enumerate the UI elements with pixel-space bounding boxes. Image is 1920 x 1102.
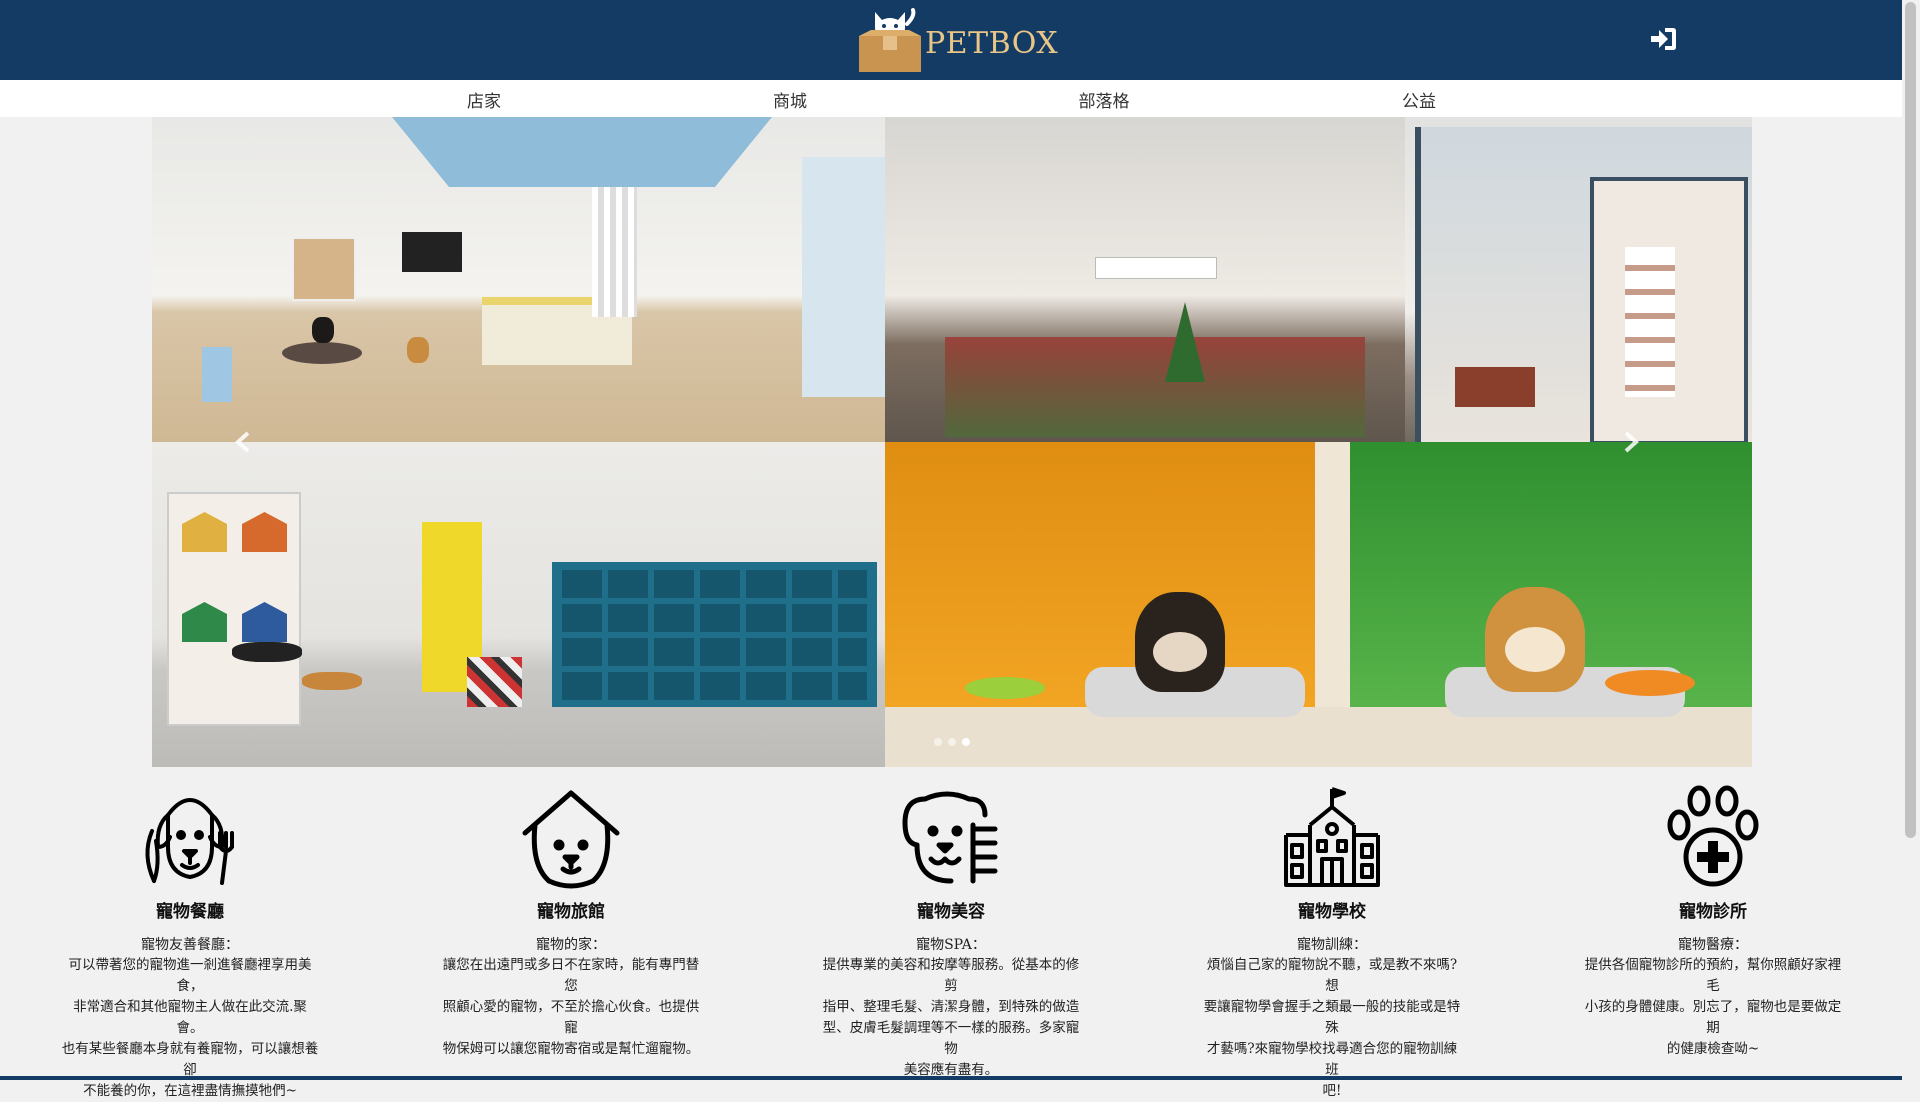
carousel-photo-lobby (152, 117, 885, 442)
description-line: 小孩的身體健康。別忘了，寵物也是要做定期 (1584, 999, 1842, 1036)
service-description: 提供專業的美容和按摩等服務。從基本的修剪 指甲、整理毛髮、清潔身體，到特殊的做造… (801, 955, 1101, 1081)
description-line: 才藝嗎?來寵物學校找尋適合您的寵物訓練班 (1206, 1041, 1458, 1078)
description-line: 物保姆可以讓您寵物寄宿或是幫忙遛寵物。 (442, 1041, 700, 1057)
carousel-photo-shibas (885, 442, 1752, 767)
service-subtitle: 寵物醫療： (1678, 937, 1748, 953)
dog-grooming-icon (902, 791, 998, 884)
nav-item-stores[interactable]: 店家 (467, 87, 501, 112)
service-school[interactable]: 寵物學校 寵物訓練： 煩惱自己家的寵物說不聽，或是教不來嗎?想 要讓寵物學會握手… (1182, 785, 1482, 1102)
scrollbar-thumb[interactable] (1905, 2, 1916, 838)
paw-plus-icon (1667, 785, 1759, 887)
description-line: 提供各個寵物診所的預約，幫你照顧好家裡毛 (1584, 957, 1842, 994)
description-line: 的健康檢查呦~ (1666, 1041, 1760, 1057)
description-line: 型、皮膚毛髮調理等不一樣的服務。多家寵物 (822, 1020, 1080, 1057)
description-line: 照顧心愛的寵物，不至於擔心伙食。也提供寵 (442, 999, 700, 1036)
description-line: 讓您在出遠門或多日不在家時，能有專門替您 (442, 957, 700, 994)
carousel-indicators (934, 731, 976, 750)
top-header: PETBOX (0, 0, 1902, 80)
service-subtitle: 寵物SPA： (916, 937, 986, 953)
service-restaurant[interactable]: 寵物餐廳 寵物友善餐廳： 可以帶著您的寵物進一剎進餐廳裡享用美食， 非常適合和其… (40, 785, 340, 1102)
carousel-dot-2[interactable] (948, 738, 956, 746)
carousel-dot-1[interactable] (934, 738, 942, 746)
nav-item-shop[interactable]: 商城 (773, 87, 807, 112)
brand-name: PETBOX (925, 26, 1059, 61)
service-clinic[interactable]: 寵物診所 寵物醫療： 提供各個寵物診所的預約，幫你照顧好家裡毛 小孩的身體健康。… (1563, 785, 1863, 1060)
service-subtitle: 寵物友善餐廳： (141, 937, 239, 953)
dog-fork-knife-icon (145, 798, 234, 885)
nav-item-charity[interactable]: 公益 (1402, 87, 1436, 112)
description-line: 也有某些餐廳本身就有養寵物，可以讓想養卻 (61, 1041, 319, 1078)
description-line: 提供專業的美容和按摩等服務。從基本的修剪 (822, 957, 1080, 994)
description-line: 可以帶著您的寵物進一剎進餐廳裡享用美食， (68, 957, 312, 994)
carousel-photo-storefront (885, 117, 1752, 442)
main-nav: 店家 商城 部落格 公益 (0, 80, 1902, 117)
carousel-photo-kennels (152, 442, 885, 767)
site-logo[interactable]: PETBOX (855, 6, 1059, 72)
service-hotel[interactable]: 寵物旅館 寵物的家： 讓您在出遠門或多日不在家時，能有專門替您 照顧心愛的寵物，… (421, 785, 721, 1060)
description-line: 指甲、整理毛髮、清潔身體，到特殊的做造 (822, 999, 1080, 1015)
description-line: 非常適合和其他寵物主人做在此交流.聚會。 (73, 999, 307, 1036)
service-title: 寵物診所 (1679, 902, 1747, 922)
school-building-icon (1284, 787, 1380, 887)
service-description: 讓您在出遠門或多日不在家時，能有專門替您 照顧心愛的寵物，不至於擔心伙食。也提供… (421, 955, 721, 1060)
service-subtitle: 寵物的家： (536, 937, 606, 953)
service-title: 寵物學校 (1298, 902, 1366, 922)
description-line: 煩惱自己家的寵物說不聽，或是教不來嗎?想 (1206, 957, 1458, 994)
carousel-prev-icon[interactable] (222, 417, 262, 467)
service-title: 寵物旅館 (537, 902, 605, 922)
service-subtitle: 寵物訓練： (1297, 937, 1367, 953)
footer-edge (0, 1076, 1902, 1080)
dog-house-icon (522, 790, 620, 889)
nav-item-blog[interactable]: 部落格 (1079, 87, 1130, 112)
service-description: 提供各個寵物診所的預約，幫你照顧好家裡毛 小孩的身體健康。別忘了，寵物也是要做定… (1563, 955, 1863, 1060)
image-carousel[interactable] (152, 117, 1752, 767)
sign-in-icon[interactable] (1649, 26, 1677, 52)
carousel-dot-3[interactable] (962, 738, 970, 746)
description-line: 不能養的你，在這裡盡情撫摸牠們~ (83, 1083, 297, 1099)
cat-box-logo-icon (859, 8, 921, 72)
service-grooming[interactable]: 寵物美容 寵物SPA： 提供專業的美容和按摩等服務。從基本的修剪 指甲、整理毛髮… (801, 785, 1101, 1081)
description-line: 要讓寵物學會握手之類最一般的技能或是特殊 (1203, 999, 1461, 1036)
service-title: 寵物美容 (917, 902, 985, 922)
carousel-next-icon[interactable] (1612, 417, 1652, 467)
description-line: 吧! (1322, 1083, 1342, 1099)
service-title: 寵物餐廳 (156, 902, 224, 922)
